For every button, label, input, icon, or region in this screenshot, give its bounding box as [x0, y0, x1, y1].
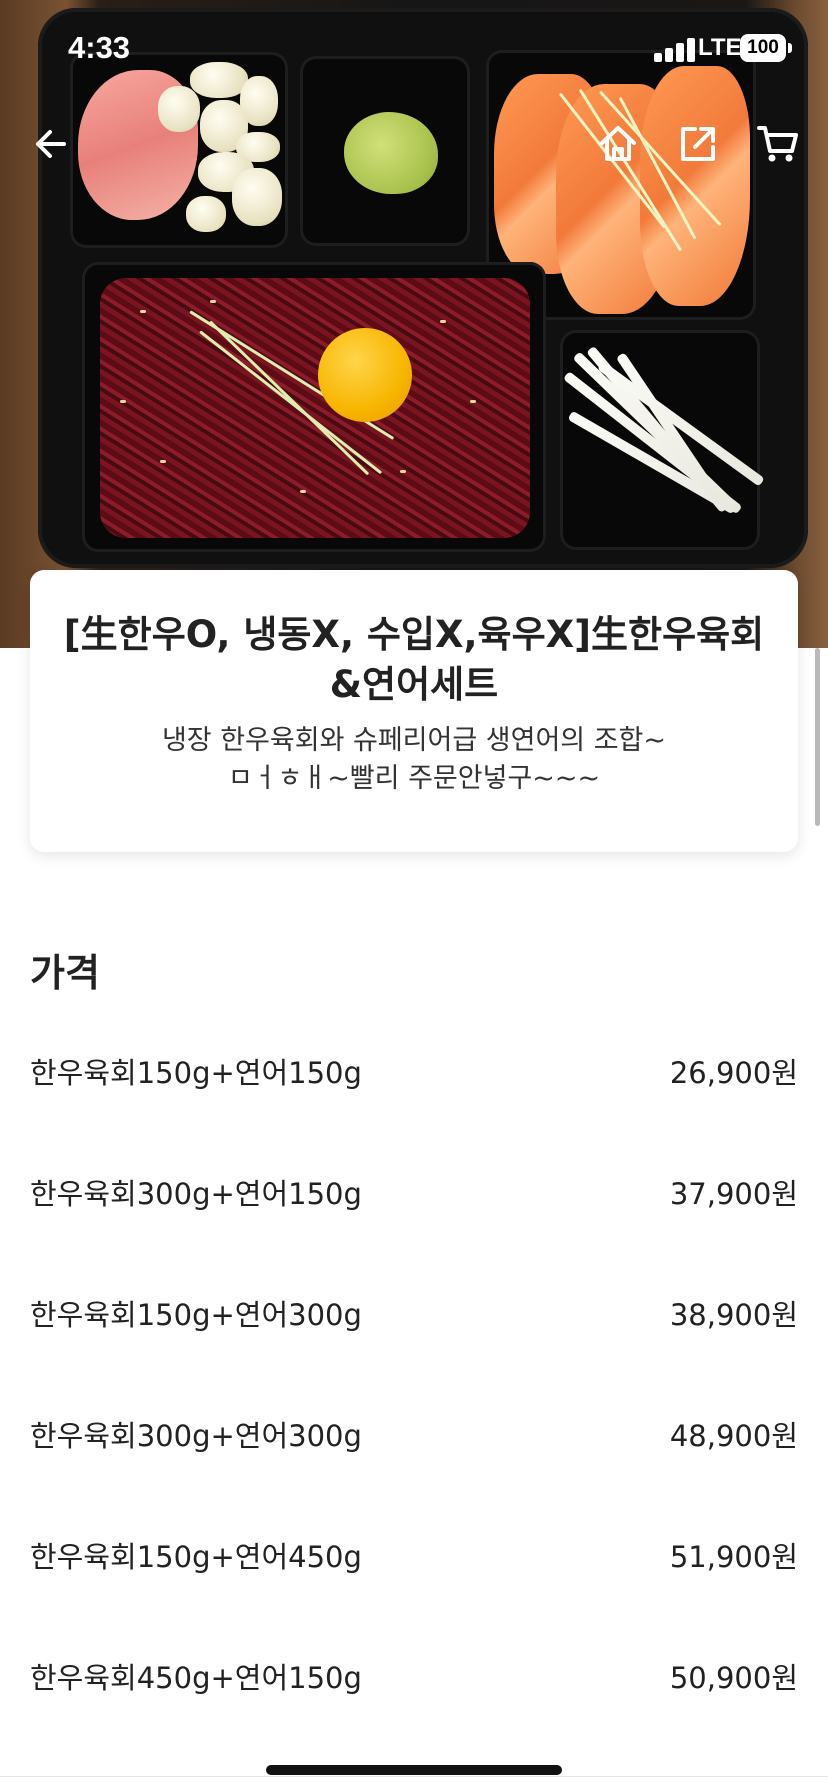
- price-option-name: 한우육회150g+연어300g: [30, 1298, 362, 1332]
- price-option-row[interactable]: 한우육회450g+연어150g 50,900원: [30, 1655, 798, 1715]
- price-option-row[interactable]: 한우육회150g+연어450g 51,900원: [30, 1534, 798, 1594]
- network-type: LTE: [698, 34, 742, 61]
- sesame-seed: [160, 460, 166, 463]
- product-title: [生한우O, 냉동X, 수입X,육우X]生한우육회 &연어세트: [50, 610, 778, 710]
- price-option-row[interactable]: 한우육회150g+연어300g 38,900원: [30, 1292, 798, 1352]
- product-desc-line1: 냉장 한우육회와 슈페리어급 생연어의 조합~: [161, 725, 667, 756]
- arrow-left-icon: [36, 130, 66, 158]
- status-bar: 4:33 LTE 100: [0, 0, 828, 100]
- beef-yukhoe: [100, 278, 530, 538]
- battery-icon: 100: [740, 34, 786, 62]
- price-option-name: 한우육회150g+연어150g: [30, 1056, 362, 1090]
- sesame-seed: [440, 320, 446, 323]
- sesame-seed: [400, 470, 406, 473]
- price-option-value: 37,900원: [669, 1177, 798, 1211]
- sesame-seed: [120, 400, 126, 403]
- price-option-value: 48,900원: [669, 1419, 798, 1453]
- share-icon: [681, 127, 715, 161]
- product-title-line2: &연어세트: [329, 663, 499, 706]
- back-button[interactable]: [24, 118, 76, 170]
- price-option-row[interactable]: 한우육회300g+연어300g 48,900원: [30, 1413, 798, 1473]
- product-title-line1: [生한우O, 냉동X, 수입X,육우X]生한우육회: [63, 613, 765, 656]
- bottom-divider: [0, 1776, 828, 1777]
- product-desc-line2: ㅁㅓㅎㅐ~빨리 주문안넣구~~~: [227, 763, 601, 794]
- price-option-value: 51,900원: [669, 1540, 798, 1574]
- cart-icon: [757, 126, 798, 162]
- wasabi: [344, 112, 438, 194]
- salmon-slice: [640, 66, 750, 306]
- cart-button[interactable]: [752, 118, 804, 170]
- price-option-name: 한우육회300g+연어150g: [30, 1177, 362, 1211]
- battery-tip: [788, 43, 792, 53]
- garlic-clove: [232, 168, 282, 226]
- price-option-row[interactable]: 한우육회300g+연어150g 37,900원: [30, 1171, 798, 1231]
- egg-yolk: [318, 328, 412, 422]
- home-indicator[interactable]: [266, 1765, 562, 1775]
- price-option-name: 한우육회300g+연어300g: [30, 1419, 362, 1453]
- price-option-value: 26,900원: [669, 1056, 798, 1090]
- status-time: 4:33: [68, 30, 131, 65]
- share-button[interactable]: [672, 118, 724, 170]
- sesame-seed: [210, 300, 216, 303]
- product-description: 냉장 한우육회와 슈페리어급 생연어의 조합~ ㅁㅓㅎㅐ~빨리 주문안넣구~~~: [50, 722, 778, 798]
- sesame-seed: [470, 400, 476, 403]
- home-icon: [600, 126, 636, 161]
- garlic-clove: [186, 196, 226, 232]
- price-option-name: 한우육회450g+연어150g: [30, 1661, 362, 1695]
- home-button[interactable]: [592, 118, 644, 170]
- sesame-seed: [300, 490, 306, 493]
- sesame-seed: [140, 310, 146, 313]
- price-option-value: 38,900원: [669, 1298, 798, 1332]
- product-info-card: [生한우O, 냉동X, 수입X,육우X]生한우육회 &연어세트 냉장 한우육회와…: [30, 570, 798, 852]
- price-option-row[interactable]: 한우육회150g+연어150g 26,900원: [30, 1050, 798, 1110]
- price-section-title: 가격: [30, 951, 100, 995]
- price-option-value: 50,900원: [669, 1661, 798, 1695]
- scrollbar[interactable]: [815, 648, 820, 826]
- price-option-name: 한우육회150g+연어450g: [30, 1540, 362, 1574]
